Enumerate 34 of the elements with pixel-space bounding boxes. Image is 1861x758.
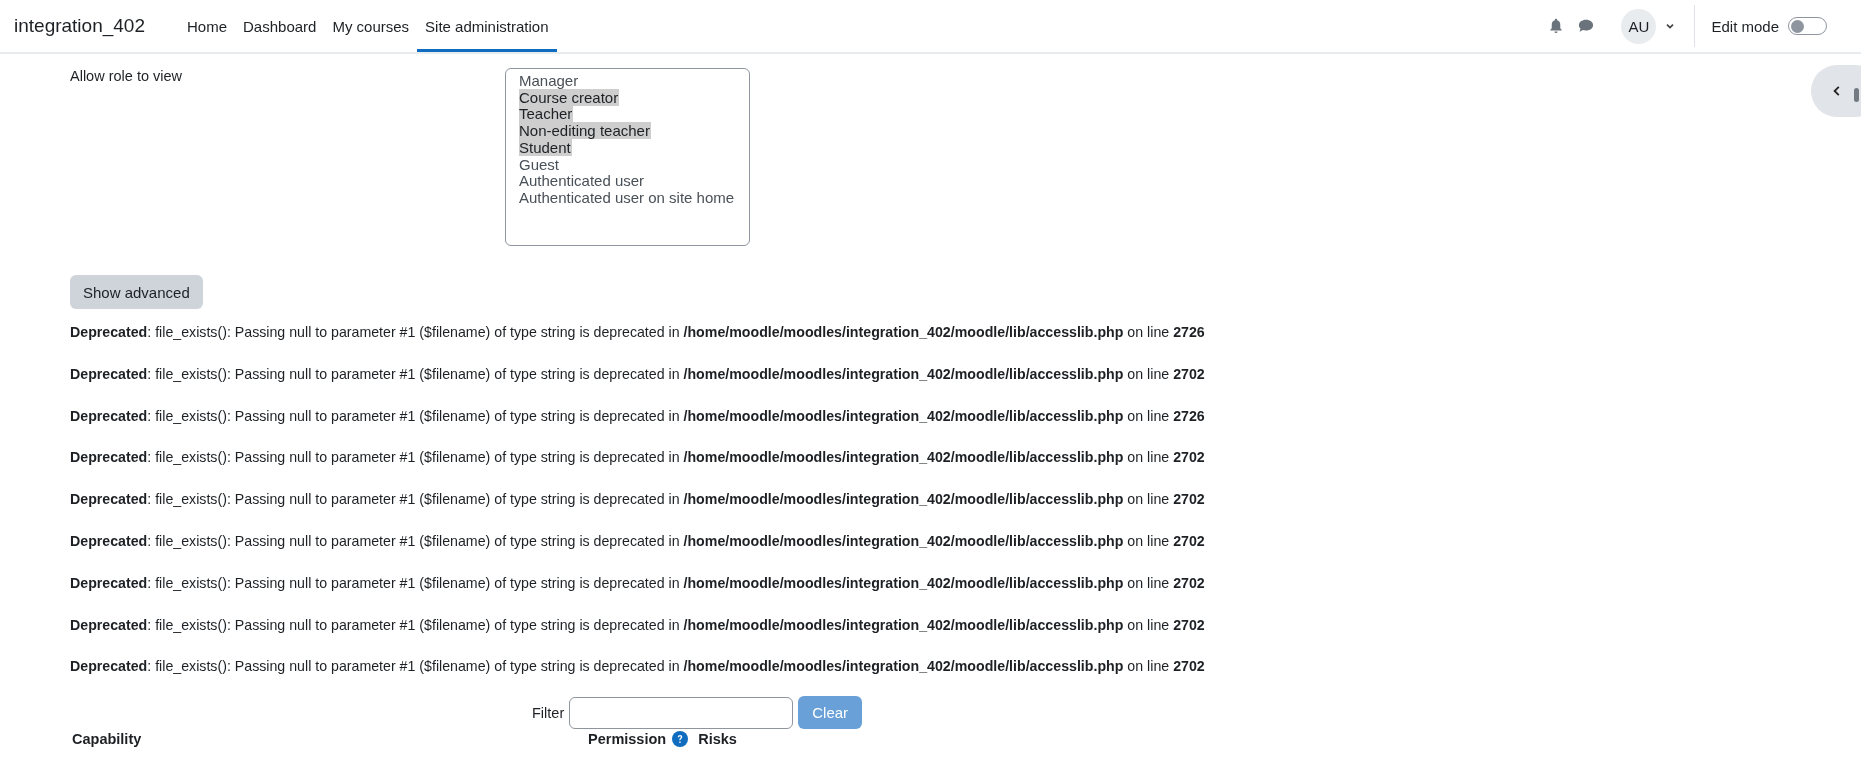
deprecation-message: Deprecated: file_exists(): Passing null to parameter #1 ($filename) of type string is deprecated in /home/moodle/moodles/integration_402/moodle/lib/accesslib.php on line 2726 bbox=[70, 324, 1206, 342]
deprecation-message: Deprecated: file_exists(): Passing null to parameter #1 ($filename) of type string is deprecated in /home/moodle/moodles/integration_402/moodle/lib/accesslib.php on line 2702 bbox=[70, 449, 1206, 468]
role-option[interactable]: Authenticated user on site home bbox=[519, 188, 736, 206]
user-avatar[interactable]: AU bbox=[1621, 8, 1657, 44]
filter-field[interactable] bbox=[569, 696, 794, 729]
deprecation-message: Deprecated: file_exists(): Passing null to parameter #1 ($filename) of type string is deprecated in /home/moodle/moodles/integration_402/moodle/lib/accesslib.php on line 2702 bbox=[70, 491, 1206, 510]
nav-link[interactable]: Site administration bbox=[417, 3, 557, 52]
deprecation-message: Deprecated: file_exists(): Passing null to parameter #1 ($filename) of type string is deprecated in /home/moodle/moodles/integration_402/moodle/lib/accesslib.php on line 2702 bbox=[70, 658, 1206, 677]
column-header: Capability bbox=[71, 731, 143, 748]
column-header: Risks bbox=[698, 731, 737, 748]
role-option[interactable]: Manager bbox=[519, 72, 580, 89]
role-option[interactable]: Non-editing teacher bbox=[519, 122, 651, 140]
column-header: Permission bbox=[588, 731, 667, 748]
deprecation-message: Deprecated: file_exists(): Passing null to parameter #1 ($filename) of type string is deprecated in /home/moodle/moodles/integration_402/moodle/lib/accesslib.php on line 2702 bbox=[70, 574, 1206, 593]
deprecation-message: Deprecated: file_exists(): Passing null to parameter #1 ($filename) of type string is deprecated in /home/moodle/moodles/integration_402/moodle/lib/accesslib.php on line 2702 bbox=[70, 533, 1206, 551]
deprecation-message: Deprecated: file_exists(): Passing null to parameter #1 ($filename) of type string is deprecated in /home/moodle/moodles/integration_402/moodle/lib/accesslib.php on line 2726 bbox=[70, 407, 1206, 426]
role-option[interactable]: Guest bbox=[519, 155, 561, 173]
edit-mode-label: Edit mode bbox=[1711, 17, 1779, 35]
role-option[interactable]: Course creator bbox=[519, 88, 620, 106]
field-label: Allow role to view bbox=[70, 68, 183, 84]
nav-link[interactable]: Home bbox=[179, 3, 235, 52]
deprecation-message: Deprecated: file_exists(): Passing null to parameter #1 ($filename) of type string is deprecated in /home/moodle/moodles/integration_402/moodle/lib/accesslib.php on line 2702 bbox=[70, 365, 1206, 384]
filter-label: Filter bbox=[532, 704, 565, 721]
nav-link[interactable]: Dashboard bbox=[235, 3, 325, 52]
drawer-toggle-button[interactable] bbox=[1811, 65, 1861, 117]
role-option[interactable]: Teacher bbox=[519, 105, 574, 123]
help-icon[interactable] bbox=[672, 731, 689, 748]
deprecation-message: Deprecated: file_exists(): Passing null to parameter #1 ($filename) of type string is deprecated in /home/moodle/moodles/integration_402/moodle/lib/accesslib.php on line 2702 bbox=[70, 616, 1206, 635]
role-select-list[interactable]: Manager Course creator Teacher Non-editing teacher Student Guest Authenticated user Authenticated user on site home bbox=[505, 68, 750, 246]
site-name[interactable]: integration_402 bbox=[14, 15, 145, 37]
nav-link[interactable]: My courses bbox=[324, 3, 418, 52]
scrollbar-thumb[interactable] bbox=[1854, 88, 1859, 102]
role-option[interactable]: Authenticated user bbox=[519, 172, 646, 190]
show-advanced-button[interactable]: Show advanced bbox=[70, 275, 203, 309]
